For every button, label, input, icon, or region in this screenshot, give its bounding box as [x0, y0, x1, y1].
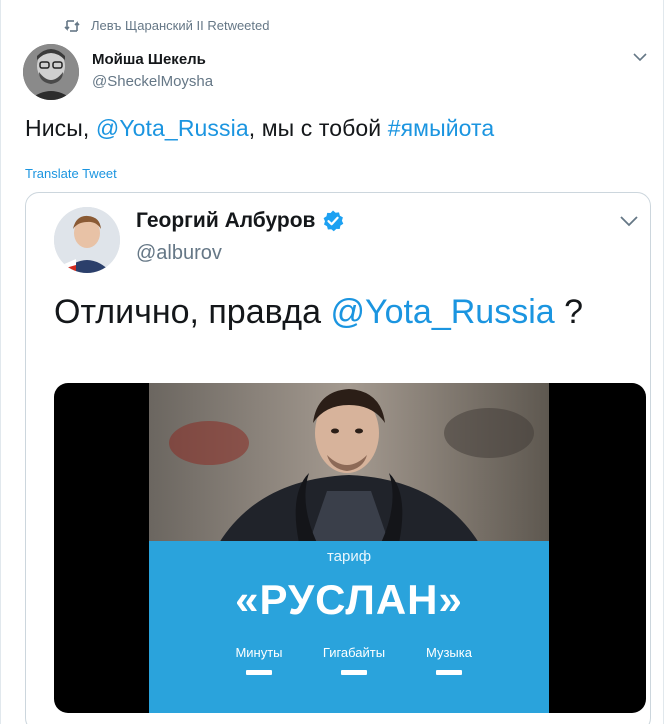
tariff-panel: [149, 541, 549, 713]
chevron-down-icon[interactable]: [620, 215, 638, 227]
tariff-name: «РУСЛАН»: [235, 576, 463, 623]
author-name[interactable]: Мойша Шекель: [92, 51, 206, 68]
avatar[interactable]: [23, 44, 79, 100]
tariff-label: тариф: [326, 548, 372, 565]
tweet-container: Левъ Щаранский II Retweeted Мойша Шекель…: [0, 0, 664, 724]
quoted-tweet[interactable]: Георгий Албуров @alburov Отлично, правда…: [25, 192, 651, 724]
feature-gigabytes: Гигабайты: [314, 645, 394, 675]
quoted-name-row: Георгий Албуров: [136, 209, 345, 233]
quoted-author-handle[interactable]: @alburov: [136, 242, 222, 265]
tweet-text-middle: , мы с тобой: [248, 115, 388, 141]
portrait-photo: [149, 383, 549, 543]
chevron-down-icon[interactable]: [633, 52, 647, 62]
dash-icon: [341, 670, 367, 675]
feature-label: Музыка: [426, 645, 472, 660]
dash-icon: [436, 670, 462, 675]
media-image[interactable]: тариф «РУСЛАН» Минуты Гигабайты Музыка: [54, 383, 646, 713]
quoted-author-name[interactable]: Георгий Албуров: [136, 209, 315, 233]
author-handle[interactable]: @SheckelMoysha: [92, 73, 213, 90]
quoted-text-prefix: Отлично, правда: [54, 293, 331, 331]
feature-minutes: Минуты: [219, 645, 299, 675]
mention-link[interactable]: @Yota_Russia: [96, 115, 249, 141]
tweet-text-prefix: Нисы,: [25, 115, 96, 141]
retweet-icon: [64, 19, 80, 32]
feature-label: Гигабайты: [322, 645, 386, 660]
quoted-mention-link[interactable]: @Yota_Russia: [331, 293, 555, 331]
translate-tweet-link[interactable]: Translate Tweet: [25, 166, 117, 181]
feature-label: Минуты: [235, 645, 283, 660]
quoted-avatar-photo: [54, 207, 120, 273]
tariff-features: Минуты Гигабайты Музыка: [219, 645, 489, 675]
hashtag-link[interactable]: #ямыйота: [388, 115, 495, 141]
retweet-context: Левъ Щаранский II Retweeted: [63, 18, 269, 33]
retweet-text[interactable]: Левъ Щаранский II Retweeted: [91, 18, 269, 33]
feature-music: Музыка: [409, 645, 489, 675]
quoted-tweet-text: Отлично, правда @Yota_Russia ?: [54, 293, 583, 332]
quoted-avatar[interactable]: [54, 207, 120, 273]
avatar-photo: [23, 44, 79, 100]
dash-icon: [246, 670, 272, 675]
tweet-text: Нисы, @Yota_Russia, мы с тобой #ямыйота: [25, 115, 494, 142]
verified-badge-icon: [324, 210, 344, 232]
tariff-poster: тариф «РУСЛАН» Минуты Гигабайты Музыка: [149, 383, 549, 713]
quoted-text-suffix: ?: [554, 293, 584, 331]
